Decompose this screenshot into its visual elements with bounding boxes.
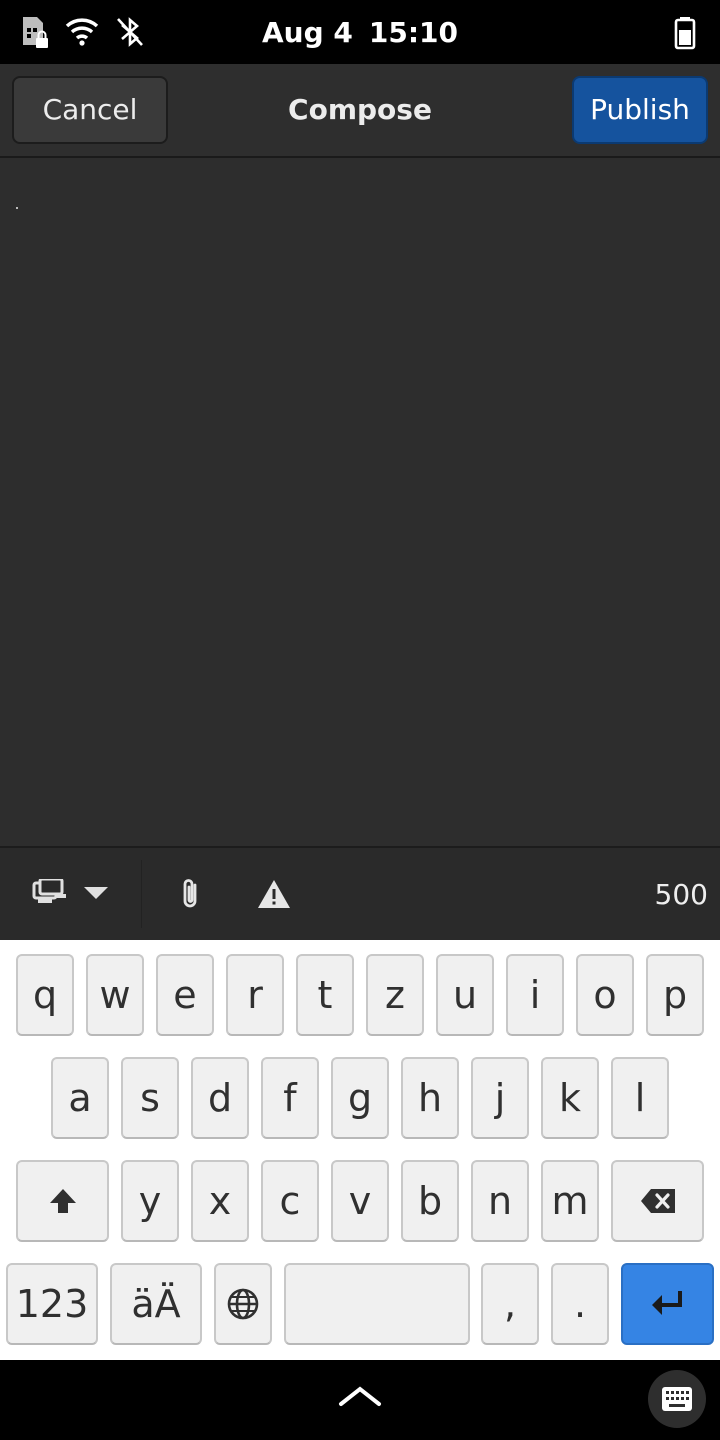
- chevron-up-icon: [338, 1385, 382, 1407]
- header-bar: Cancel Compose Publish: [0, 64, 720, 158]
- key-q[interactable]: q: [16, 954, 74, 1036]
- keyboard-toggle-button[interactable]: [648, 1370, 706, 1428]
- text-cursor: [16, 207, 18, 209]
- key-s[interactable]: s: [121, 1057, 179, 1139]
- attach-button[interactable]: [166, 848, 214, 940]
- numbers-key[interactable]: 123: [6, 1263, 98, 1345]
- key-g[interactable]: g: [331, 1057, 389, 1139]
- key-h[interactable]: h: [401, 1057, 459, 1139]
- status-date: Aug 4: [261, 16, 353, 49]
- compose-text-area[interactable]: [0, 158, 720, 846]
- backspace-key[interactable]: [611, 1160, 704, 1242]
- key-l[interactable]: l: [611, 1057, 669, 1139]
- compose-toolbar: 500: [0, 846, 720, 940]
- enter-icon: [650, 1289, 686, 1319]
- status-time: 15:10: [368, 16, 459, 49]
- key-k[interactable]: k: [541, 1057, 599, 1139]
- key-y[interactable]: y: [121, 1160, 179, 1242]
- language-key[interactable]: [214, 1263, 272, 1345]
- key-f[interactable]: f: [261, 1057, 319, 1139]
- content-warning-icon: [257, 879, 291, 909]
- key-o[interactable]: o: [576, 954, 634, 1036]
- publish-button[interactable]: Publish: [572, 76, 708, 144]
- visibility-selector[interactable]: [20, 848, 120, 940]
- key-r[interactable]: r: [226, 954, 284, 1036]
- visibility-icon: [32, 879, 72, 909]
- key-d[interactable]: d: [191, 1057, 249, 1139]
- attachment-icon: [179, 877, 201, 911]
- enter-key[interactable]: [621, 1263, 714, 1345]
- key-m[interactable]: m: [541, 1160, 599, 1242]
- keyboard-icon: [661, 1386, 693, 1412]
- cancel-button[interactable]: Cancel: [12, 76, 168, 144]
- key-comma[interactable]: ,: [481, 1263, 539, 1345]
- home-handle[interactable]: [336, 1378, 384, 1414]
- key-n[interactable]: n: [471, 1160, 529, 1242]
- on-screen-keyboard: q w e r t z u i o p a s d f g h j k l y …: [0, 940, 720, 1360]
- toolbar-divider: [141, 860, 142, 928]
- character-count: 500: [654, 878, 708, 911]
- status-bar: Aug 4 15:10: [0, 0, 720, 64]
- space-key[interactable]: [284, 1263, 470, 1345]
- key-j[interactable]: j: [471, 1057, 529, 1139]
- battery-icon: [668, 14, 704, 50]
- key-x[interactable]: x: [191, 1160, 249, 1242]
- key-z[interactable]: z: [366, 954, 424, 1036]
- shift-icon: [48, 1187, 78, 1215]
- key-a[interactable]: a: [51, 1057, 109, 1139]
- key-c[interactable]: c: [261, 1160, 319, 1242]
- key-w[interactable]: w: [86, 954, 144, 1036]
- key-e[interactable]: e: [156, 954, 214, 1036]
- key-v[interactable]: v: [331, 1160, 389, 1242]
- clock: Aug 4 15:10: [0, 0, 720, 64]
- key-p[interactable]: p: [646, 954, 704, 1036]
- shift-key[interactable]: [16, 1160, 109, 1242]
- content-warning-button[interactable]: [250, 848, 298, 940]
- globe-icon: [226, 1287, 260, 1321]
- backspace-icon: [640, 1188, 676, 1214]
- key-t[interactable]: t: [296, 954, 354, 1036]
- key-i[interactable]: i: [506, 954, 564, 1036]
- key-period[interactable]: .: [551, 1263, 609, 1345]
- key-u[interactable]: u: [436, 954, 494, 1036]
- key-b[interactable]: b: [401, 1160, 459, 1242]
- umlaut-key[interactable]: äÄ: [110, 1263, 202, 1345]
- dropdown-arrow-icon: [84, 887, 108, 901]
- bottom-bar: [0, 1360, 720, 1440]
